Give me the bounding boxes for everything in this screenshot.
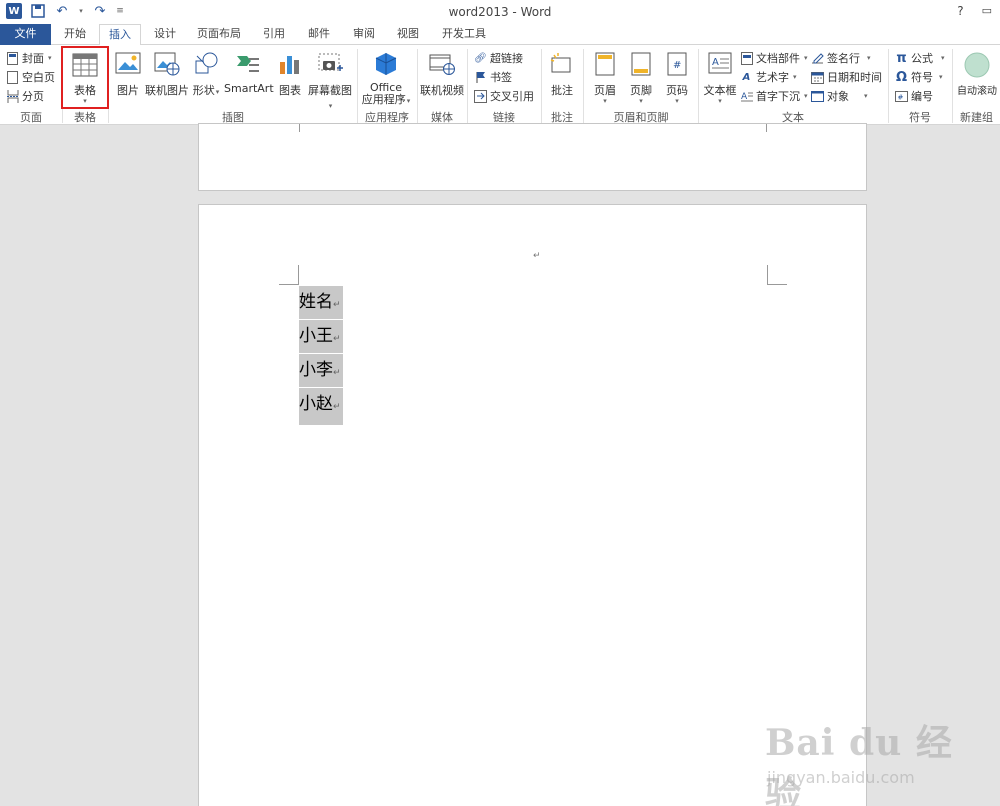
online-video-button[interactable]: 联机视频 bbox=[419, 49, 465, 98]
cover-page-button[interactable]: 封面 ▾ bbox=[6, 50, 52, 66]
drop-cap-icon: A bbox=[740, 90, 753, 103]
tab-view[interactable]: 视图 bbox=[389, 24, 427, 45]
table-button[interactable]: 表格 ▾ bbox=[65, 49, 105, 105]
text-box-icon: A bbox=[707, 52, 733, 80]
group-separator bbox=[108, 49, 109, 123]
footer-button[interactable]: 页脚 ▾ bbox=[624, 49, 658, 105]
baidu-jingyan-watermark: Bai du 经验 jingyan.baidu.com bbox=[765, 700, 985, 806]
auto-scroll-button[interactable]: 自动滚动 bbox=[954, 49, 1000, 97]
tab-home[interactable]: 开始 bbox=[56, 24, 94, 45]
tab-references[interactable]: 引用 bbox=[256, 24, 292, 45]
ribbon-display-icon[interactable]: ▭ bbox=[982, 4, 992, 18]
number-button[interactable]: # 编号 bbox=[895, 88, 933, 104]
watermark-url: jingyan.baidu.com bbox=[767, 768, 915, 787]
table-icon bbox=[72, 52, 98, 80]
screenshot-icon bbox=[317, 52, 343, 80]
smartart-icon bbox=[235, 52, 261, 80]
ribbon-tabs: 文件 开始 插入 设计 页面布局 引用 邮件 审阅 视图 开发工具 bbox=[0, 24, 1000, 46]
signature-line-icon bbox=[811, 52, 824, 65]
group-label-new-group: 新建组 bbox=[960, 111, 993, 124]
equation-button[interactable]: π 公式 ▾ bbox=[895, 50, 944, 66]
wordart-button[interactable]: A 艺术字 ▾ bbox=[740, 69, 797, 85]
table-dropdown-icon: ▾ bbox=[83, 97, 87, 105]
page-number-button[interactable]: # 页码 ▾ bbox=[660, 49, 694, 105]
office-apps-button[interactable]: Office 应用程序▾ bbox=[360, 49, 412, 108]
cover-page-icon bbox=[6, 51, 19, 65]
shapes-icon bbox=[193, 52, 219, 80]
bookmark-button[interactable]: 书签 bbox=[474, 69, 512, 85]
previous-page bbox=[198, 123, 867, 191]
list-item[interactable]: 姓名↵ bbox=[299, 286, 343, 319]
date-time-button[interactable]: 日期和时间 bbox=[811, 69, 882, 85]
svg-text:A: A bbox=[712, 57, 719, 68]
symbol-button[interactable]: Ω 符号 ▾ bbox=[895, 69, 943, 85]
list-item[interactable]: 小王↵ bbox=[299, 320, 343, 353]
hyperlink-icon: 🔗︎ bbox=[474, 52, 487, 64]
online-picture-icon bbox=[154, 52, 180, 80]
office-store-icon bbox=[373, 52, 399, 80]
text-box-button[interactable]: A 文本框 ▾ bbox=[701, 49, 739, 105]
ribbon-insert: 封面 ▾ 空白页 分页 页面 表格 ▾ 表格 图片 联机图片 形状▾ Smart… bbox=[0, 45, 1000, 125]
chart-icon bbox=[277, 52, 303, 80]
screenshot-button[interactable]: 屏幕截图▾ bbox=[307, 49, 353, 111]
pi-icon: π bbox=[896, 50, 907, 66]
group-label-pages: 页面 bbox=[20, 111, 42, 124]
crop-mark-top-left bbox=[279, 265, 299, 285]
drop-cap-button[interactable]: A 首字下沉 ▾ bbox=[740, 88, 808, 104]
footer-icon bbox=[630, 52, 652, 80]
object-icon bbox=[811, 90, 824, 103]
hyperlink-button[interactable]: 🔗︎ 超链接 bbox=[474, 50, 523, 66]
online-video-icon bbox=[429, 52, 455, 80]
object-button[interactable]: 对象 ▾ bbox=[811, 88, 868, 104]
svg-text:#: # bbox=[673, 60, 681, 71]
list-item[interactable]: 小赵↵ bbox=[299, 388, 343, 425]
svg-text:#: # bbox=[898, 93, 904, 101]
shapes-button[interactable]: 形状▾ bbox=[190, 49, 222, 98]
crop-mark bbox=[299, 124, 300, 132]
window-title: word2013 - Word bbox=[448, 5, 552, 19]
group-label-symbols: 符号 bbox=[909, 111, 931, 124]
help-button[interactable]: ? bbox=[957, 4, 963, 18]
cross-reference-button[interactable]: 交叉引用 bbox=[474, 88, 534, 104]
picture-button[interactable]: 图片 bbox=[112, 49, 144, 98]
blank-page-button[interactable]: 空白页 bbox=[6, 69, 55, 85]
chart-button[interactable]: 图表 bbox=[274, 49, 306, 98]
blank-page-icon bbox=[6, 70, 19, 84]
picture-icon bbox=[115, 52, 141, 80]
cross-reference-icon bbox=[474, 89, 487, 103]
number-icon: # bbox=[895, 90, 908, 103]
online-picture-button[interactable]: 联机图片 bbox=[145, 49, 189, 98]
wordart-icon: A bbox=[742, 71, 751, 83]
date-time-icon bbox=[811, 71, 824, 84]
tab-review[interactable]: 审阅 bbox=[345, 24, 383, 45]
tab-design[interactable]: 设计 bbox=[146, 24, 184, 45]
smartart-button[interactable]: SmartArt bbox=[224, 49, 274, 95]
page-break-icon bbox=[6, 89, 19, 103]
comment-icon bbox=[549, 52, 575, 80]
header-paragraph-mark: ↵ bbox=[533, 251, 541, 261]
title-bar: W ↶ ▾ ↷ ≡ word2013 - Word ? ▭ bbox=[0, 0, 1000, 24]
crop-mark bbox=[766, 124, 767, 132]
page-break-button[interactable]: 分页 bbox=[6, 88, 44, 104]
quick-parts-icon bbox=[740, 51, 753, 65]
new-comment-button[interactable]: 批注 bbox=[545, 49, 579, 98]
omega-icon: Ω bbox=[895, 69, 908, 85]
header-icon bbox=[594, 52, 616, 80]
page-number-icon: # bbox=[666, 52, 688, 80]
tab-insert[interactable]: 插入 bbox=[99, 24, 141, 46]
quick-parts-button[interactable]: 文档部件 ▾ bbox=[740, 50, 808, 66]
list-item[interactable]: 小李↵ bbox=[299, 354, 343, 387]
group-label-table: 表格 bbox=[74, 111, 96, 124]
auto-scroll-icon bbox=[964, 52, 990, 80]
tab-mailings[interactable]: 邮件 bbox=[300, 24, 338, 45]
tab-page-layout[interactable]: 页面布局 bbox=[190, 24, 248, 45]
watermark-logo-text: Bai du 经验 bbox=[765, 722, 953, 806]
tab-file[interactable]: 文件 bbox=[0, 24, 51, 45]
tab-developer[interactable]: 开发工具 bbox=[436, 24, 492, 45]
bookmark-icon bbox=[474, 71, 487, 84]
crop-mark-top-right bbox=[767, 265, 787, 285]
header-button[interactable]: 页眉 ▾ bbox=[588, 49, 622, 105]
signature-line-button[interactable]: 签名行 ▾ bbox=[811, 50, 871, 66]
